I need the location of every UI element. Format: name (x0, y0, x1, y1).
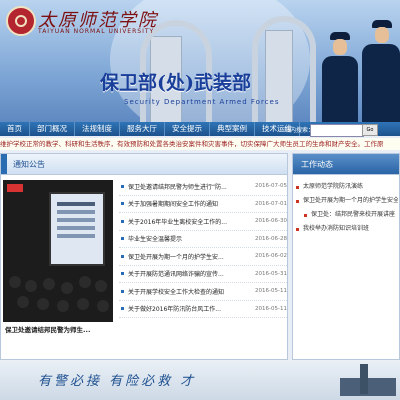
panel-tab-mark (1, 154, 7, 174)
notice-item[interactable]: 关于开展防范通讯网络诈骗的宣传... 2016-05-31 (119, 266, 287, 283)
police-officer-image (360, 20, 400, 122)
notice-item-date: 2016-07-01 (255, 200, 287, 207)
work-news-header: 工作动态 (293, 154, 399, 175)
notice-item[interactable]: 保卫处邀请结邦民警为师生进行“防... 2016-07-05 (119, 178, 287, 196)
work-news-title[interactable]: 工作动态 (301, 159, 333, 170)
notice-item-title[interactable]: 关于开展防范通讯网络诈骗的宣传... (128, 269, 240, 278)
department-title: 保卫部(处)武装部 (100, 72, 251, 94)
search-input[interactable] (310, 124, 364, 137)
work-news-item-label[interactable]: 保卫处：结邦民警来校开展讲座 (311, 208, 395, 222)
work-news-item[interactable]: 保卫处：结邦民警来校开展讲座 (296, 208, 398, 222)
department-title-en: Security Department Armed Forces (124, 98, 280, 106)
notice-item[interactable]: 关于开展学校安全工作大检查的通知 2016-05-11 (119, 283, 287, 301)
notice-list: 保卫处邀请结邦民警为师生进行“防... 2016-07-05 关于加强暑期期间安全… (119, 178, 287, 318)
work-news-item-label[interactable]: 我校举办消防知识培训班 (303, 222, 369, 236)
notice-panel-title[interactable]: 通知公告 (13, 159, 45, 170)
footer-slogan: 有警必接 有险必救 才 (38, 374, 197, 389)
work-news-item[interactable]: 保卫处开展为期一个月的护学生安全... (296, 194, 398, 208)
notice-item-title[interactable]: 毕业生安全温馨提示 (128, 234, 240, 243)
notice-item-title[interactable]: 保卫处邀请结邦民警为师生进行“防... (128, 182, 240, 191)
notice-item-title[interactable]: 关于开展学校安全工作大检查的通知 (128, 287, 240, 296)
work-news-item-label[interactable]: 保卫处开展为期一个月的护学生安全... (303, 194, 398, 208)
campus-arch (252, 16, 316, 122)
notice-item-date: 2016-05-11 (255, 288, 287, 295)
projection-screen (49, 192, 105, 266)
nav-item-regulations[interactable]: 法规制度 (75, 122, 120, 136)
nav-item-overview[interactable]: 部门概况 (30, 122, 75, 136)
notice-item[interactable]: 毕业生安全温馨提示 2016-06-28 (119, 231, 287, 248)
notice-item-title[interactable]: 关于加强暑期期间安全工作的通知 (128, 199, 240, 208)
news-photo[interactable] (3, 180, 113, 322)
search-button[interactable]: Go (362, 124, 378, 136)
notice-item-date: 2016-07-05 (255, 183, 287, 190)
nav-item-service-hall[interactable]: 服务大厅 (120, 122, 165, 136)
work-news-item-label[interactable]: 太原师范学院防汛演练 (303, 180, 363, 194)
footer-building-image (340, 378, 396, 396)
work-news-item[interactable]: 我校举办消防知识培训班 (296, 222, 398, 236)
photo-banner (7, 184, 23, 192)
site-header: 太原师范学院 TAIYUAN NORMAL UNIVERSITY 保卫部(处)武… (0, 0, 400, 122)
nav-item-typical-cases[interactable]: 典型案例 (210, 122, 255, 136)
news-photo-caption[interactable]: 保卫处邀请结邦民警为师生... (5, 324, 115, 334)
footer-tower-image (360, 364, 368, 394)
nav-item-home[interactable]: 首页 (0, 122, 30, 136)
university-seal-logo[interactable] (6, 6, 36, 36)
scrolling-notice: 维护学校正常的教学、科研和生活秩序，有效预防和处置各类治安案件和灾害事件，切实保… (0, 138, 400, 150)
police-officer-image (320, 30, 360, 122)
notice-item-title[interactable]: 保卫处开展为期一个月的护学生安... (128, 252, 240, 261)
notice-item-date: 2016-05-11 (255, 305, 287, 312)
notice-item-date: 2016-05-31 (255, 270, 287, 277)
notice-item-date: 2016-06-28 (255, 235, 287, 242)
notice-item[interactable]: 保卫处开展为期一个月的护学生安... 2016-06-02 (119, 248, 287, 266)
notice-item-title[interactable]: 关于做好2016年防汛防台风工作... (128, 304, 240, 313)
work-news-item[interactable]: 太原师范学院防汛演练 (296, 180, 398, 194)
notice-item[interactable]: 关于做好2016年防汛防台风工作... 2016-05-11 (119, 301, 287, 318)
notice-item[interactable]: 关于2016年毕业生离校安全工作的... 2016-06-30 (119, 213, 287, 231)
notice-panel-header: 通知公告 (1, 154, 287, 175)
nav-item-safety-tips[interactable]: 安全提示 (165, 122, 210, 136)
notice-item-date: 2016-06-02 (255, 253, 287, 260)
site-footer: 有警必接 有险必救 才 (0, 360, 400, 400)
school-name-en: TAIYUAN NORMAL UNIVERSITY (38, 28, 155, 35)
notice-item-date: 2016-06-30 (255, 218, 287, 225)
notice-item-title[interactable]: 关于2016年毕业生离校安全工作的... (128, 217, 240, 226)
work-news-list: 太原师范学院防汛演练 保卫处开展为期一个月的护学生安全... 保卫处：结邦民警来… (296, 180, 398, 236)
notice-panel: 通知公告 保卫处邀请结邦民警为师生... 保卫处邀请结邦民警为师生进行“防...… (0, 153, 288, 360)
work-news-panel: 工作动态 太原师范学院防汛演练 保卫处开展为期一个月的护学生安全... 保卫处：… (292, 153, 400, 360)
notice-item[interactable]: 关于加强暑期期间安全工作的通知 2016-07-01 (119, 196, 287, 213)
